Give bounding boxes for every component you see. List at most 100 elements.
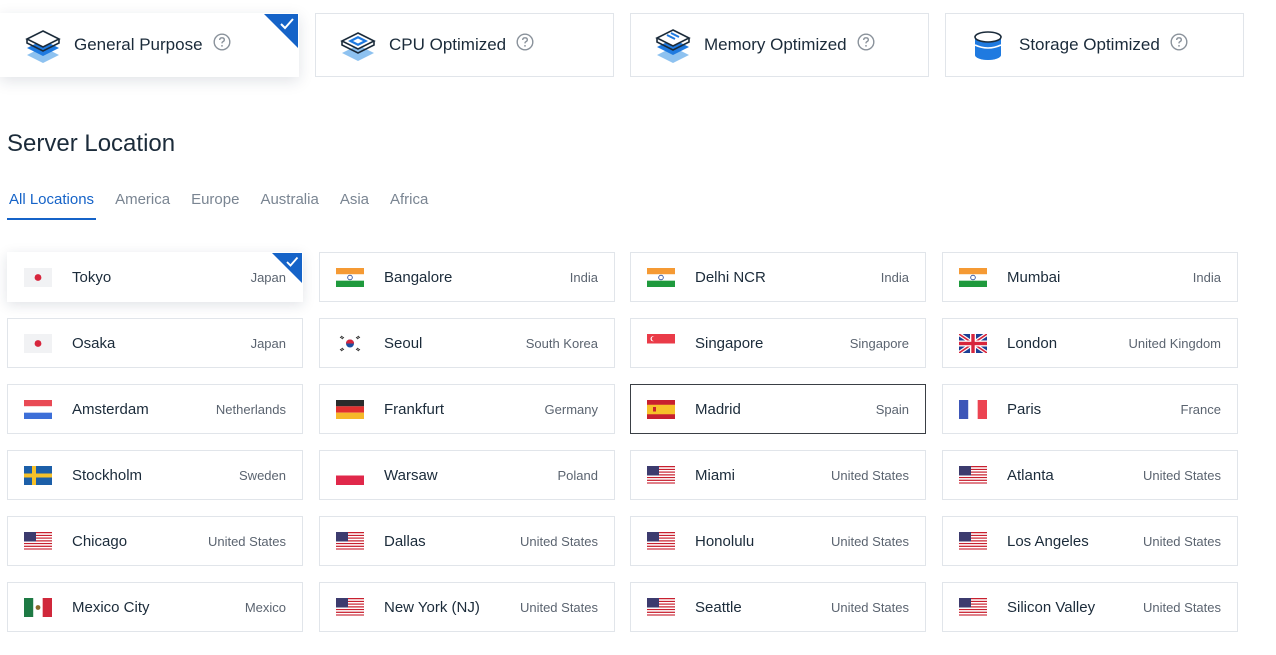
location-card-mexico-city[interactable]: Mexico City Mexico <box>7 582 303 632</box>
region-tabs: All Locations America Europe Australia A… <box>7 190 447 220</box>
location-city: Seattle <box>695 598 742 616</box>
location-card-osaka[interactable]: Osaka Japan <box>7 318 303 368</box>
location-country: United Kingdom <box>1128 335 1222 351</box>
location-card-bangalore[interactable]: Bangalore India <box>319 252 615 302</box>
location-card-mumbai[interactable]: Mumbai India <box>942 252 1238 302</box>
flag-nl-icon <box>24 399 52 419</box>
location-card-chicago[interactable]: Chicago United States <box>7 516 303 566</box>
flag-us-icon <box>647 465 675 485</box>
tab-all-locations[interactable]: All Locations <box>7 190 97 220</box>
flag-es-icon <box>647 399 675 419</box>
cpu-chip-icon <box>340 32 376 61</box>
flag-us-icon <box>647 597 675 617</box>
tab-america[interactable]: America <box>113 190 172 220</box>
location-city: Los Angeles <box>1007 532 1089 550</box>
location-city: Osaka <box>72 334 116 352</box>
location-country: Netherlands <box>215 401 286 417</box>
location-city: Madrid <box>695 400 741 418</box>
location-card-madrid[interactable]: Madrid Spain <box>630 384 926 434</box>
location-card-stockholm[interactable]: Stockholm Sweden <box>7 450 303 500</box>
flag-mx-icon <box>24 597 52 617</box>
location-card-singapore[interactable]: Singapore Singapore <box>630 318 926 368</box>
location-city: Atlanta <box>1007 466 1054 484</box>
location-city: London <box>1007 334 1058 352</box>
flag-jp-icon <box>24 333 52 353</box>
help-icon[interactable] <box>1170 33 1188 51</box>
help-icon[interactable] <box>516 33 534 51</box>
location-card-seattle[interactable]: Seattle United States <box>630 582 926 632</box>
location-city: Warsaw <box>384 466 438 484</box>
memory-module-icon <box>655 29 691 63</box>
location-card-honolulu[interactable]: Honolulu United States <box>630 516 926 566</box>
plan-title: General Purpose <box>74 35 203 54</box>
location-card-frankfurt[interactable]: Frankfurt Germany <box>319 384 615 434</box>
location-city: Miami <box>695 466 735 484</box>
selected-check-icon <box>272 253 302 283</box>
plan-card-memory-optimized[interactable]: Memory Optimized <box>630 13 929 77</box>
location-city: New York (NJ) <box>384 598 480 616</box>
location-country: United States <box>1142 599 1221 615</box>
location-card-delhi-ncr[interactable]: Delhi NCR India <box>630 252 926 302</box>
location-country: India <box>880 269 909 285</box>
plan-card-general-purpose[interactable]: General Purpose <box>0 13 299 77</box>
location-city: Paris <box>1007 400 1042 418</box>
location-card-amsterdam[interactable]: Amsterdam Netherlands <box>7 384 303 434</box>
location-city: Frankfurt <box>384 400 445 418</box>
tab-australia[interactable]: Australia <box>258 190 320 220</box>
location-city: Silicon Valley <box>1007 598 1096 616</box>
flag-pl-icon <box>336 465 364 485</box>
selected-check-icon <box>264 14 298 48</box>
plan-title: Storage Optimized <box>1019 35 1160 54</box>
location-card-tokyo[interactable]: Tokyo Japan <box>7 252 303 302</box>
tab-europe[interactable]: Europe <box>189 190 241 220</box>
location-country: India <box>1192 269 1221 285</box>
flag-us-icon <box>647 531 675 551</box>
location-country: Spain <box>875 401 909 417</box>
location-card-new-york-nj[interactable]: New York (NJ) United States <box>319 582 615 632</box>
flag-us-icon <box>336 597 364 617</box>
location-card-los-angeles[interactable]: Los Angeles United States <box>942 516 1238 566</box>
location-card-dallas[interactable]: Dallas United States <box>319 516 615 566</box>
flag-in-icon <box>647 267 675 287</box>
flag-fr-icon <box>959 399 987 419</box>
location-country: Poland <box>557 467 598 483</box>
plan-card-storage-optimized[interactable]: Storage Optimized <box>945 13 1244 77</box>
plan-card-cpu-optimized[interactable]: CPU Optimized <box>315 13 614 77</box>
location-country: Japan <box>250 335 286 351</box>
flag-de-icon <box>336 399 364 419</box>
location-city: Amsterdam <box>72 400 149 418</box>
location-country: United States <box>519 533 598 549</box>
location-card-paris[interactable]: Paris France <box>942 384 1238 434</box>
location-card-warsaw[interactable]: Warsaw Poland <box>319 450 615 500</box>
location-city: Mexico City <box>72 598 150 616</box>
location-city: Seoul <box>384 334 423 352</box>
location-city: Singapore <box>695 334 764 352</box>
tab-africa[interactable]: Africa <box>388 190 430 220</box>
location-city: Mumbai <box>1007 268 1061 286</box>
location-country: Sweden <box>239 467 286 483</box>
location-card-miami[interactable]: Miami United States <box>630 450 926 500</box>
location-country: United States <box>830 533 909 549</box>
location-city: Bangalore <box>384 268 453 286</box>
help-icon[interactable] <box>213 33 231 51</box>
storage-disk-icon <box>974 31 1002 60</box>
location-city: Dallas <box>384 532 426 550</box>
location-country: Germany <box>544 401 598 417</box>
location-country: United States <box>519 599 598 615</box>
location-country: Singapore <box>849 335 909 351</box>
location-country: United States <box>1142 467 1221 483</box>
section-title: Server Location <box>7 130 176 157</box>
location-card-london[interactable]: London United Kingdom <box>942 318 1238 368</box>
plan-title: CPU Optimized <box>389 35 507 54</box>
location-country: United States <box>830 467 909 483</box>
location-card-atlanta[interactable]: Atlanta United States <box>942 450 1238 500</box>
flag-se-icon <box>24 465 52 485</box>
flag-sg-icon <box>647 333 675 353</box>
location-country: United States <box>207 533 286 549</box>
tab-asia[interactable]: Asia <box>338 190 371 220</box>
plan-title: Memory Optimized <box>704 35 847 54</box>
location-card-seoul[interactable]: Seoul South Korea <box>319 318 615 368</box>
location-card-silicon-valley[interactable]: Silicon Valley United States <box>942 582 1238 632</box>
location-country: France <box>1180 401 1221 417</box>
help-icon[interactable] <box>857 33 875 51</box>
